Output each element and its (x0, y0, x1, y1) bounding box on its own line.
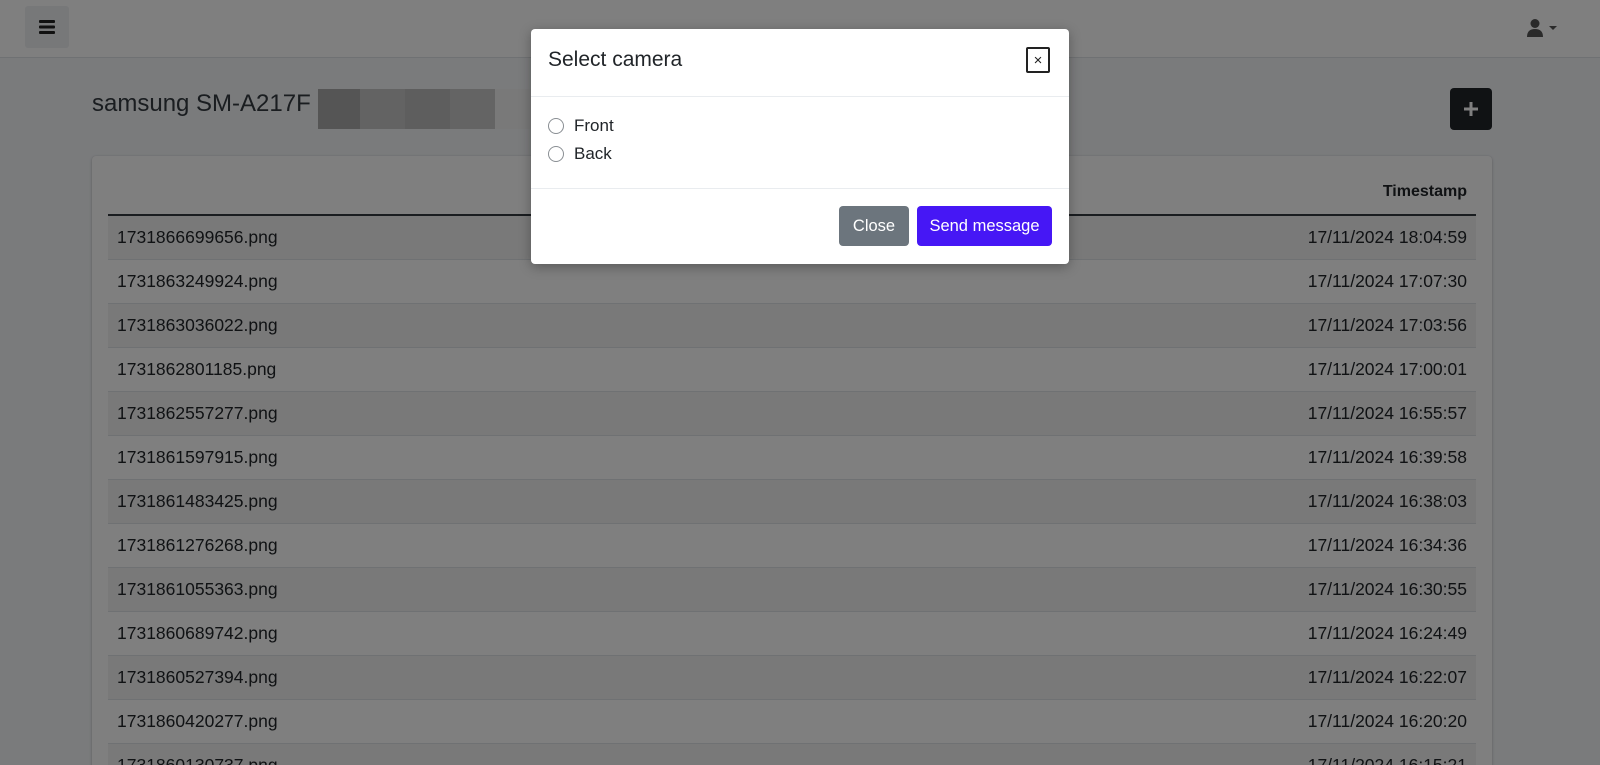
page: samsung SM-A217F Timestamp 1731866699656… (0, 0, 1600, 765)
modal-header: Select camera × (531, 29, 1069, 97)
radio-option-front[interactable]: Front (548, 116, 614, 136)
send-message-button[interactable]: Send message (917, 206, 1052, 246)
radio-label-back[interactable]: Back (574, 144, 612, 164)
modal-footer: Close Send message (531, 188, 1069, 265)
modal-body: Front Back (531, 97, 1069, 187)
close-button[interactable]: Close (839, 206, 909, 246)
select-camera-modal: Select camera × Front Back Close Send me… (531, 29, 1069, 264)
modal-close-icon[interactable]: × (1026, 47, 1050, 73)
radio-label-front[interactable]: Front (574, 116, 614, 136)
radio-option-back[interactable]: Back (548, 144, 612, 164)
modal-title: Select camera (548, 48, 683, 71)
radio-button-front[interactable] (548, 118, 564, 134)
radio-button-back[interactable] (548, 146, 564, 162)
